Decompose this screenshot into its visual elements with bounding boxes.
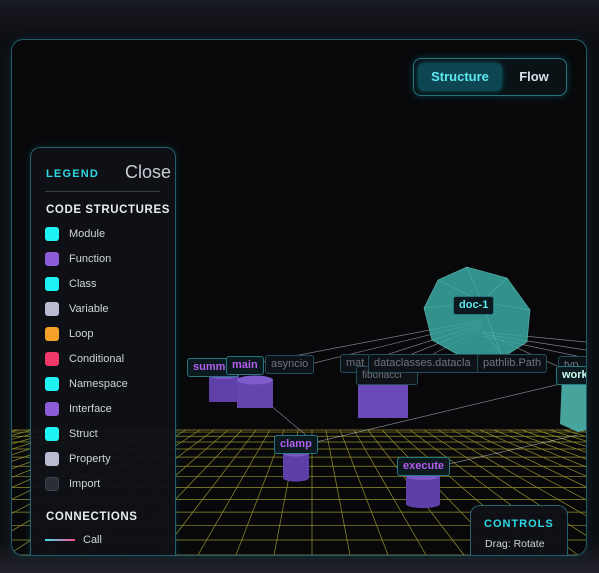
node-label-main[interactable]: main [226,356,264,375]
legend-item-label: Function [69,253,112,265]
legend-item-label: Import [69,478,101,490]
import-swatch [45,477,59,491]
controls-title: CONTROLS [484,518,554,530]
legend-item-import: Import [45,477,165,493]
struct-swatch [45,427,59,441]
legend-divider [45,191,160,192]
legend-item-label: Struct [69,428,98,440]
legend-item-label: Namespace [69,378,128,390]
node-label-clamp[interactable]: clamp [274,435,318,454]
view-mode-toggle: Structure Flow [413,58,567,96]
legend-panel: LEGEND Close CODE STRUCTURES Module Func… [30,147,176,555]
legend-connection-call: Call [45,533,165,549]
legend-item-label: Conditional [69,353,125,365]
legend-item-conditional: Conditional [45,352,165,368]
loop-swatch [45,327,59,341]
visualization-panel: doc-1 summ asyncio main mat fibonacci da… [11,39,587,556]
variable-swatch [45,302,59,316]
namespace-swatch [45,377,59,391]
module-swatch [45,227,59,241]
property-swatch [45,452,59,466]
interface-swatch [45,402,59,416]
node-label-pathlib[interactable]: pathlib.Path [477,354,548,373]
call-line-swatch [45,539,75,541]
code-structures-heading: CODE STRUCTURES [46,204,171,216]
legend-item-interface: Interface [45,402,165,418]
legend-item-loop: Loop [45,327,165,343]
function-swatch [45,252,59,266]
legend-item-property: Property [45,452,165,468]
legend-item-label: Module [69,228,106,240]
node-label-execute[interactable]: execute [397,457,450,476]
legend-connection-label: Call [83,534,102,546]
node-label-doc[interactable]: doc-1 [453,296,495,315]
node-label-dataclasses[interactable]: dataclasses.datacla [368,354,480,373]
controls-panel: CONTROLS Drag: Rotate [470,505,568,555]
connections-heading: CONNECTIONS [46,511,138,523]
node-label-asyncio[interactable]: asyncio [265,355,315,374]
legend-item-label: Class [69,278,97,290]
legend-item-module: Module [45,227,165,243]
legend-item-struct: Struct [45,427,165,443]
legend-item-label: Interface [69,403,112,415]
legend-item-function: Function [45,252,165,268]
legend-item-label: Variable [69,303,109,315]
controls-drag-hint: Drag: Rotate [485,538,545,550]
legend-item-variable: Variable [45,302,165,318]
conditional-swatch [45,352,59,366]
legend-item-namespace: Namespace [45,377,165,393]
legend-item-label: Property [69,453,111,465]
legend-item-class: Class [45,277,165,293]
legend-title: LEGEND [46,168,100,180]
class-swatch [45,277,59,291]
flow-view-button[interactable]: Flow [506,63,562,91]
legend-item-label: Loop [69,328,94,340]
app-window: doc-1 summ asyncio main mat fibonacci da… [0,0,599,573]
node-label-work[interactable]: work [556,366,586,385]
legend-close-button[interactable]: Close [125,162,171,183]
structure-view-button[interactable]: Structure [418,63,502,91]
